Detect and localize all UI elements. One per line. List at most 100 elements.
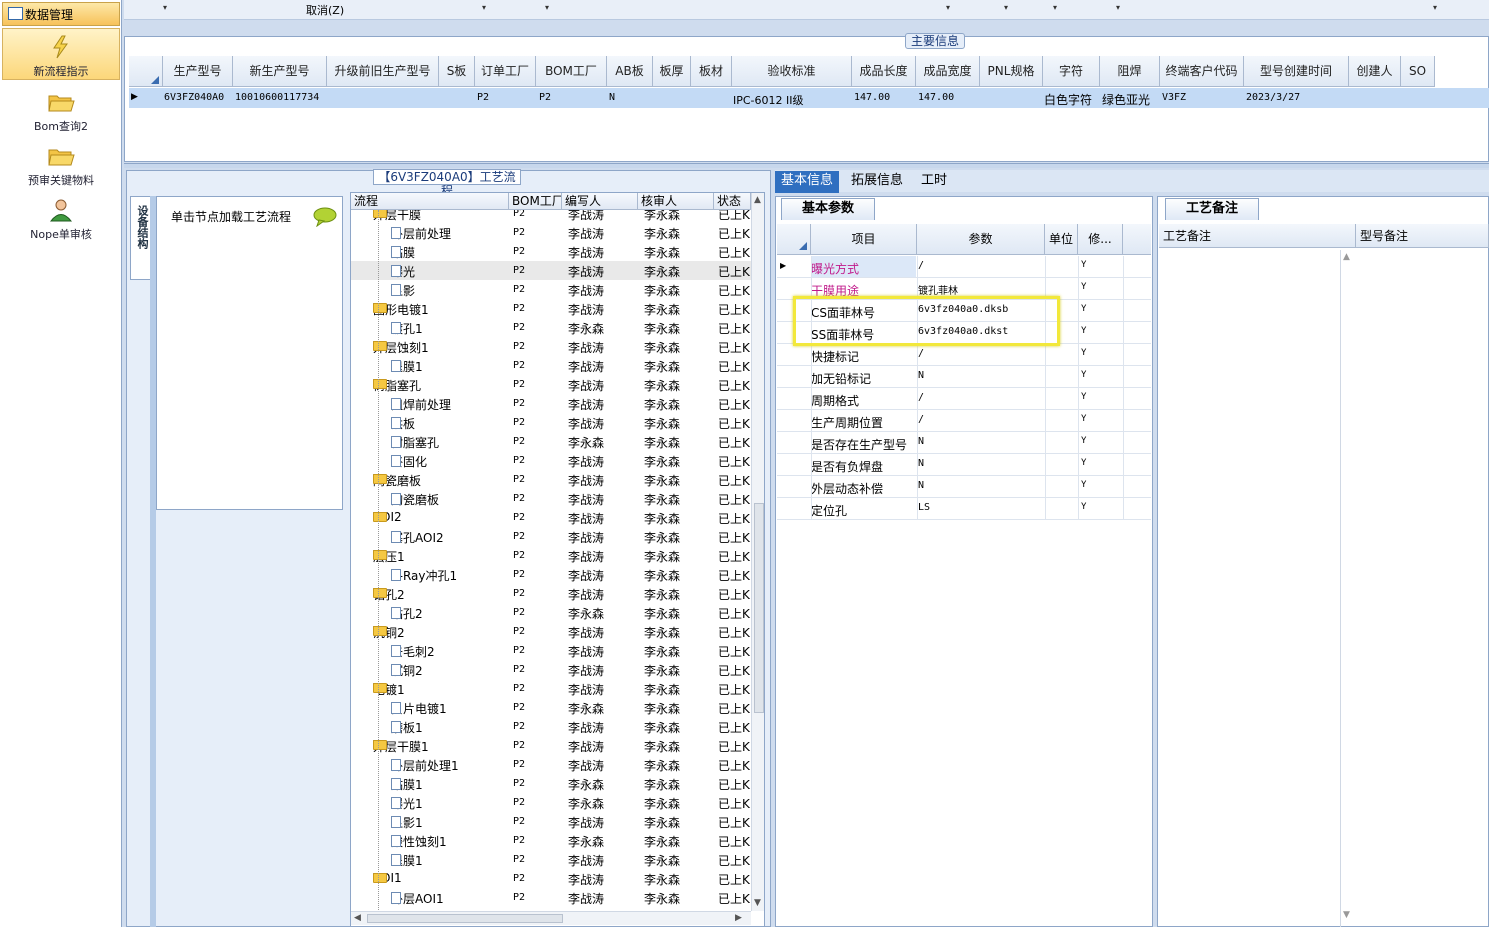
param-col-header[interactable]: 单位	[1045, 224, 1078, 255]
col-header[interactable]: 板厚	[653, 56, 691, 87]
param-row[interactable]: 快捷标记 / Y	[777, 344, 1151, 366]
tree-row[interactable]: 退膜1 P2 李战涛 李永森 已上K	[351, 356, 751, 375]
param-value[interactable]: LS	[918, 502, 930, 513]
param-tab[interactable]: 基本参数	[781, 198, 875, 220]
cell[interactable]: 2023/3/27	[1246, 92, 1300, 103]
col-header[interactable]: PNL规格	[980, 56, 1043, 87]
tree-row[interactable]: 贴膜1 P2 李永森 李永森 已上K	[351, 774, 751, 793]
tree-row[interactable]: 钻孔2 P2 李永森 李永森 已上K	[351, 603, 751, 622]
dropdown-arrow-icon[interactable]: ▾	[946, 3, 950, 12]
dropdown-arrow-icon[interactable]: ▾	[545, 3, 549, 12]
param-value[interactable]: /	[918, 392, 924, 403]
remark-col-header[interactable]: 型号备注	[1356, 224, 1489, 248]
tree-row[interactable]: −钻孔2P2李战涛李永森已上K	[351, 584, 751, 603]
scroll-down-icon[interactable]: ▼	[1343, 910, 1350, 920]
cell[interactable]: 147.00	[854, 92, 890, 103]
param-row[interactable]: ▶ 曝光方式 / Y	[777, 256, 1151, 278]
nav-item-nope-review[interactable]: Nope单审核	[2, 190, 120, 242]
tree-row[interactable]: 显影1 P2 李战涛 李永森 已上K	[351, 812, 751, 831]
scroll-thumb[interactable]	[754, 503, 764, 713]
tree-row[interactable]: 树脂塞孔 P2 李永森 李永森 已上K	[351, 432, 751, 451]
param-row[interactable]: 定位孔 LS Y	[777, 498, 1151, 520]
tree-row[interactable]: 外层前处理 P2 李战涛 李永森 已上K	[351, 223, 751, 242]
tab-basic-info[interactable]: 基本信息	[775, 171, 840, 193]
tree-row[interactable]: 镀孔1 P2 李永森 李永森 已上K	[351, 318, 751, 337]
tree-row[interactable]: −树脂塞孔 P2 李战涛 李永森 已上K	[351, 375, 751, 394]
col-header[interactable]: 订单工厂	[475, 56, 536, 87]
tree-row[interactable]: −AOI1P2李战涛李永森已上K	[351, 869, 751, 888]
grid-corner[interactable]	[129, 56, 163, 87]
cancel-button[interactable]: 取消(Z)	[306, 2, 344, 18]
col-header[interactable]: 创建人	[1349, 56, 1401, 87]
horizontal-splitter[interactable]	[124, 163, 1489, 168]
remark-tab[interactable]: 工艺备注	[1165, 198, 1259, 220]
param-value[interactable]: /	[918, 348, 924, 359]
col-header[interactable]: 字符	[1043, 56, 1100, 87]
col-header[interactable]: 板材	[691, 56, 732, 87]
param-row[interactable]: 周期格式 / Y	[777, 388, 1151, 410]
tree-row[interactable]: −层压1P2李战涛李永森已上K	[351, 546, 751, 565]
tree-row[interactable]: 显影 P2 李战涛 李永森 已上K	[351, 280, 751, 299]
scroll-down-icon[interactable]: ▼	[754, 898, 761, 908]
param-value[interactable]: N	[918, 480, 924, 491]
nav-item-bom-query[interactable]: Bom查询2	[2, 82, 120, 134]
param-col-header[interactable]: 参数	[917, 224, 1045, 255]
tree-col-header[interactable]: 状态	[714, 193, 751, 210]
scroll-thumb[interactable]	[367, 914, 563, 923]
tree-row[interactable]: −陶瓷磨板 P2 李战涛 李永森 已上K	[351, 470, 751, 489]
dropdown-arrow-icon[interactable]: ▾	[1116, 3, 1120, 12]
col-header[interactable]: BOM工厂	[536, 56, 607, 87]
tree-row[interactable]: −电镀1P2李战涛李永森已上K	[351, 679, 751, 698]
tree-row[interactable]: −图形电镀1 P2 李战涛 李永森 已上K	[351, 299, 751, 318]
tree-row[interactable]: 塞孔AOI2 P2 李战涛 李永森 已上K	[351, 527, 751, 546]
nav-item-new-flow[interactable]: 新流程指示	[2, 28, 120, 80]
tree-row[interactable]: 曝光 P2 李战涛 李永森 已上K	[351, 261, 751, 280]
tree-row[interactable]: 磨板1 P2 李战涛 李永森 已上K	[351, 717, 751, 736]
param-col-header[interactable]: 项目	[811, 224, 917, 255]
remark-col-header[interactable]: 工艺备注	[1159, 224, 1356, 248]
tree-col-header[interactable]: 流程	[351, 193, 509, 210]
param-value[interactable]: N	[918, 458, 924, 469]
col-header[interactable]: S板	[439, 56, 475, 87]
tree-row[interactable]: 曝光1 P2 李永森 李永森 已上K	[351, 793, 751, 812]
param-value[interactable]: 镀孔菲林	[918, 282, 958, 297]
scroll-right-icon[interactable]: ▶	[735, 913, 742, 923]
col-header[interactable]: 型号创建时间	[1244, 56, 1349, 87]
cell[interactable]: P2	[477, 92, 489, 103]
tree-row[interactable]: 去毛刺2 P2 李战涛 李永森 已上K	[351, 641, 751, 660]
cell[interactable]: N	[609, 92, 615, 103]
dropdown-arrow-icon[interactable]: ▾	[1433, 3, 1437, 12]
scroll-up-icon[interactable]: ▲	[754, 195, 761, 205]
col-header[interactable]: SO	[1401, 56, 1435, 87]
tree-row[interactable]: 终固化 P2 李战涛 李永森 已上K	[351, 451, 751, 470]
tree-row[interactable]: 退膜1 P2 李战涛 李永森 已上K	[351, 850, 751, 869]
tree-row[interactable]: −外层干膜1 P2 李战涛 李永森 已上K	[351, 736, 751, 755]
param-value[interactable]: /	[918, 414, 924, 425]
tab-work-hours[interactable]: 工时	[915, 171, 953, 193]
col-header[interactable]: 生产型号	[163, 56, 233, 87]
tree-col-header[interactable]: 核审人	[638, 193, 714, 210]
vertical-scrollbar[interactable]: ▲ ▼	[751, 193, 764, 911]
dropdown-arrow-icon[interactable]: ▾	[1004, 3, 1008, 12]
tree-row[interactable]: 负片电镀1 P2 李永森 李永森 已上K	[351, 698, 751, 717]
tab-extended-info[interactable]: 拓展信息	[845, 171, 909, 193]
tree-row[interactable]: 酸性蚀刻1 P2 李永森 李永森 已上K	[351, 831, 751, 850]
param-row[interactable]: 是否有负焊盘 N Y	[777, 454, 1151, 476]
col-header[interactable]: 升级前旧生产型号	[327, 56, 439, 87]
param-value[interactable]: N	[918, 370, 924, 381]
param-value[interactable]: N	[918, 436, 924, 447]
param-row[interactable]: 外层动态补偿 N Y	[777, 476, 1151, 498]
col-header[interactable]: 阻焊	[1100, 56, 1160, 87]
tree-row[interactable]: X-Ray冲孔1 P2 李战涛 李永森 已上K	[351, 565, 751, 584]
param-row[interactable]: 加无铅标记 N Y	[777, 366, 1151, 388]
param-row[interactable]: 生产周期位置 / Y	[777, 410, 1151, 432]
scroll-left-icon[interactable]: ◀	[354, 913, 361, 923]
tree-row[interactable]: −外层干膜 P2 李战涛 李永森 已上K	[351, 210, 751, 223]
scroll-up-icon[interactable]: ▲	[1343, 252, 1350, 262]
cell[interactable]: 绿色亚光	[1102, 91, 1150, 108]
splitter-grip[interactable]	[345, 520, 349, 600]
tree-row[interactable]: 陶瓷磨板 P2 李战涛 李永森 已上K	[351, 489, 751, 508]
cell[interactable]: V3FZ	[1162, 92, 1186, 103]
horizontal-scrollbar[interactable]: ◀ ▶	[351, 911, 751, 925]
nav-item-key-material[interactable]: 预审关键物料	[2, 136, 120, 188]
